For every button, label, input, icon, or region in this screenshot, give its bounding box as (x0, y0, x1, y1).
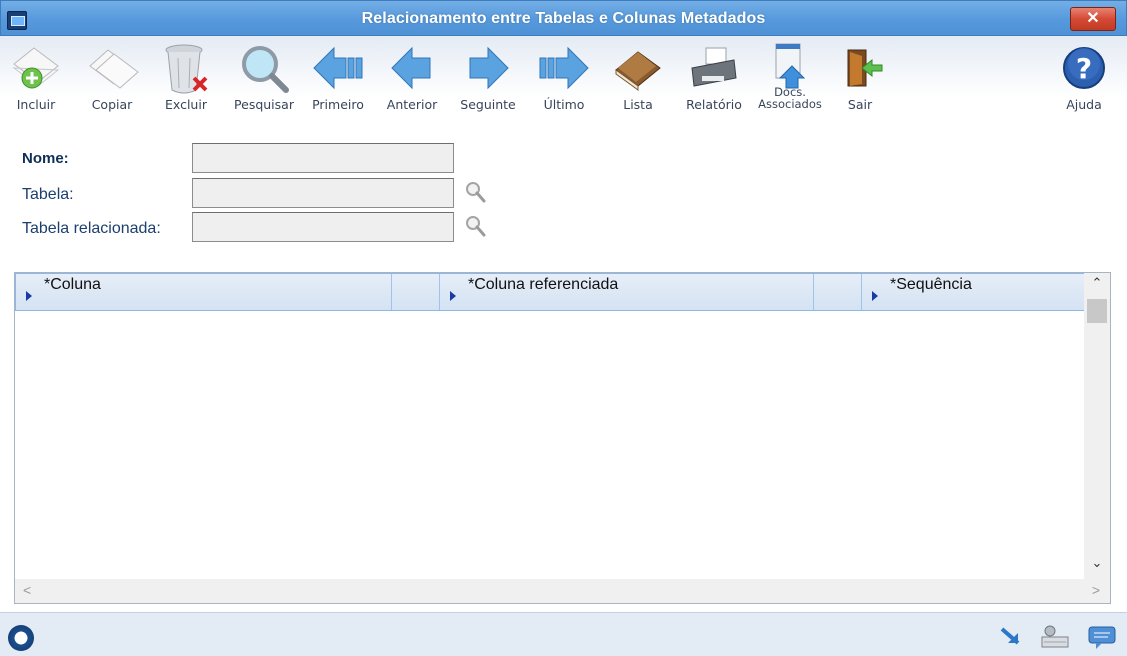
relatorio-button[interactable]: Relatório (678, 40, 750, 122)
column-coluna-referenciada-label: *Coluna referenciada (468, 276, 619, 293)
svg-text:?: ? (1076, 52, 1092, 85)
tabela-relacionada-label: Tabela relacionada: (22, 220, 161, 237)
sair-button[interactable]: Sair (824, 40, 896, 122)
lista-button[interactable]: Lista (602, 40, 674, 122)
toolbar: Incluir Copiar Excluir Pesquisar Primeir… (0, 36, 1127, 124)
status-bar (0, 612, 1127, 656)
exit-door-icon (847, 49, 883, 87)
column-sequencia-label: *Sequência (890, 276, 972, 293)
printer-icon (691, 47, 737, 87)
grid-header: *Coluna *Coluna referenciada *Sequência (15, 273, 1085, 311)
pesquisar-label: Pesquisar (234, 97, 294, 112)
help-icon: ? (1063, 47, 1105, 89)
incluir-label: Incluir (16, 97, 56, 112)
scroll-thumb[interactable] (1087, 299, 1107, 323)
title-bar: Relacionamento entre Tabelas e Colunas M… (0, 0, 1127, 36)
column-coluna[interactable]: *Coluna (16, 274, 392, 310)
magnifier-icon (242, 46, 289, 93)
relationship-grid[interactable]: *Coluna *Coluna referenciada *Sequência … (14, 272, 1111, 604)
relatorio-label: Relatório (686, 97, 742, 112)
vertical-scrollbar[interactable]: ⌃ ⌄ (1084, 273, 1110, 579)
column-spacer-2[interactable] (814, 274, 862, 310)
incluir-button[interactable]: Incluir (0, 40, 72, 122)
tabela-relacionada-lookup-icon[interactable] (464, 214, 488, 240)
resize-arrow-icon[interactable] (994, 621, 1026, 651)
anterior-label: Anterior (386, 97, 438, 112)
column-sequencia[interactable]: *Sequência (862, 274, 1084, 310)
nome-label: Nome: (22, 150, 69, 167)
scroll-down-icon[interactable]: ⌄ (1084, 555, 1110, 575)
seguinte-label: Seguinte (460, 97, 516, 112)
grid-area: *Coluna *Coluna referenciada *Sequência … (0, 264, 1127, 612)
copiar-button[interactable]: Copiar (76, 40, 148, 122)
book-icon (615, 51, 661, 91)
keyboard-settings-icon[interactable] (1038, 621, 1070, 651)
tabela-input[interactable] (192, 178, 454, 208)
column-arrow-icon (26, 291, 32, 301)
column-spacer-1[interactable] (392, 274, 440, 310)
docs-associados-button[interactable]: Docs. Associados (754, 40, 826, 122)
primeiro-button[interactable]: Primeiro (302, 40, 374, 122)
add-document-icon (12, 47, 60, 89)
horizontal-scrollbar[interactable]: < > (15, 579, 1110, 603)
anterior-button[interactable]: Anterior (376, 40, 448, 122)
scroll-up-icon[interactable]: ⌃ (1084, 275, 1110, 295)
scroll-left-icon[interactable]: < (23, 582, 31, 598)
tabela-lookup-icon[interactable] (464, 180, 488, 206)
previous-record-icon (391, 46, 431, 90)
pesquisar-button[interactable]: Pesquisar (228, 40, 300, 122)
excluir-label: Excluir (165, 97, 207, 112)
next-record-icon (469, 46, 509, 90)
column-arrow-icon (450, 291, 456, 301)
column-coluna-referenciada[interactable]: *Coluna referenciada (440, 274, 814, 310)
copiar-label: Copiar (91, 97, 133, 112)
chat-bubble-icon[interactable] (1086, 621, 1118, 651)
app-logo-icon[interactable] (8, 625, 34, 651)
form-area: Nome: Tabela: Tabela relacionada: (0, 124, 1127, 264)
ajuda-button[interactable]: ? Ajuda (1048, 40, 1120, 122)
ultimo-button[interactable]: Último (528, 40, 600, 122)
docs-associados-label: Docs. Associados (758, 85, 822, 111)
ajuda-label: Ajuda (1066, 97, 1102, 112)
lista-label: Lista (623, 97, 653, 112)
trash-icon (165, 44, 208, 94)
first-record-icon (313, 46, 363, 90)
last-record-icon (539, 46, 589, 90)
nome-input[interactable] (192, 143, 454, 173)
window-title: Relacionamento entre Tabelas e Colunas M… (361, 10, 766, 27)
tabela-relacionada-input[interactable] (192, 212, 454, 242)
primeiro-label: Primeiro (312, 97, 364, 112)
tabela-label: Tabela: (22, 186, 74, 203)
close-button[interactable]: ✕ (1070, 7, 1116, 31)
ultimo-label: Último (543, 97, 585, 112)
column-arrow-icon (872, 291, 878, 301)
seguinte-button[interactable]: Seguinte (452, 40, 524, 122)
excluir-button[interactable]: Excluir (150, 40, 222, 122)
copy-icon (89, 49, 139, 89)
sair-label: Sair (847, 97, 873, 112)
upload-document-icon (775, 43, 806, 89)
column-coluna-label: *Coluna (44, 276, 101, 293)
scroll-right-icon[interactable]: > (1092, 582, 1100, 598)
